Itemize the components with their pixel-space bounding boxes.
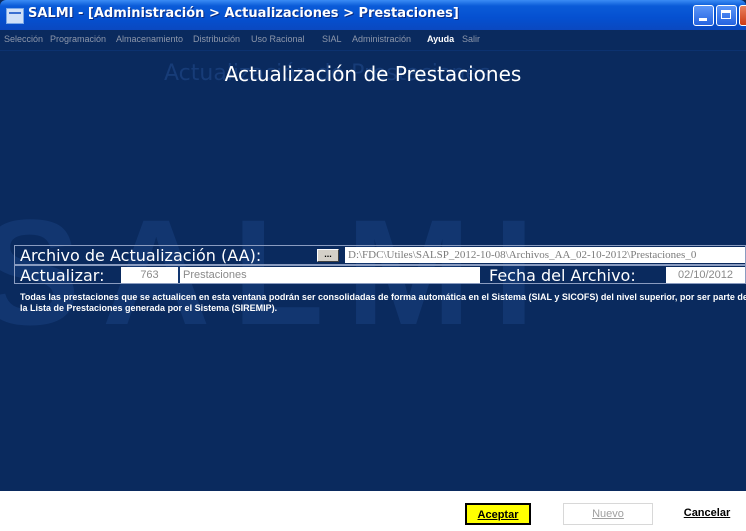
button-bar: Aceptar Nuevo Cancelar: [0, 491, 746, 531]
menu-almacenamiento[interactable]: Almacenamiento: [116, 34, 183, 44]
actualizar-row: Actualizar: 763 Prestaciones Fecha del A…: [14, 265, 746, 285]
close-button[interactable]: [739, 5, 746, 26]
menu-bar: Selección Programación Almacenamiento Di…: [0, 30, 746, 51]
title-bar: SALMI - [Administración > Actualizacione…: [0, 0, 746, 30]
menu-uso-racional[interactable]: Uso Racional: [251, 34, 305, 44]
maximize-button[interactable]: [716, 5, 737, 26]
actualizar-name-field[interactable]: Prestaciones: [180, 267, 480, 283]
archivo-path-field[interactable]: D:\FDC\Utiles\SALSP_2012-10-08\Archivos_…: [345, 247, 745, 263]
accept-button[interactable]: Aceptar: [465, 503, 531, 525]
new-button[interactable]: Nuevo: [563, 503, 653, 525]
archivo-label: Archivo de Actualización (AA):: [20, 246, 262, 265]
description-text: Todas las prestaciones que se actualicen…: [20, 292, 746, 313]
actualizar-label: Actualizar:: [20, 266, 105, 285]
window-title: SALMI - [Administración > Actualizacione…: [28, 6, 459, 21]
fecha-label: Fecha del Archivo:: [489, 266, 636, 285]
browse-button[interactable]: ...: [317, 249, 339, 262]
cancel-button[interactable]: Cancelar: [671, 503, 743, 525]
main-content: SALMI Actualización de Prestaciones Actu…: [0, 51, 746, 491]
archivo-row: Archivo de Actualización (AA): ... D:\FD…: [14, 245, 746, 265]
menu-ayuda[interactable]: Ayuda: [427, 34, 454, 44]
page-title: Actualización de Prestaciones: [224, 62, 522, 86]
menu-distribucion[interactable]: Distribución: [193, 34, 240, 44]
fecha-field[interactable]: 02/10/2012: [666, 267, 745, 283]
menu-sial[interactable]: SIAL: [322, 34, 342, 44]
menu-salir[interactable]: Salir: [462, 34, 480, 44]
menu-programacion[interactable]: Programación: [50, 34, 106, 44]
actualizar-count-field[interactable]: 763: [121, 267, 178, 283]
app-icon: [6, 8, 24, 24]
menu-administracion[interactable]: Administración: [352, 34, 411, 44]
minimize-button[interactable]: [693, 5, 714, 26]
menu-seleccion[interactable]: Selección: [4, 34, 43, 44]
